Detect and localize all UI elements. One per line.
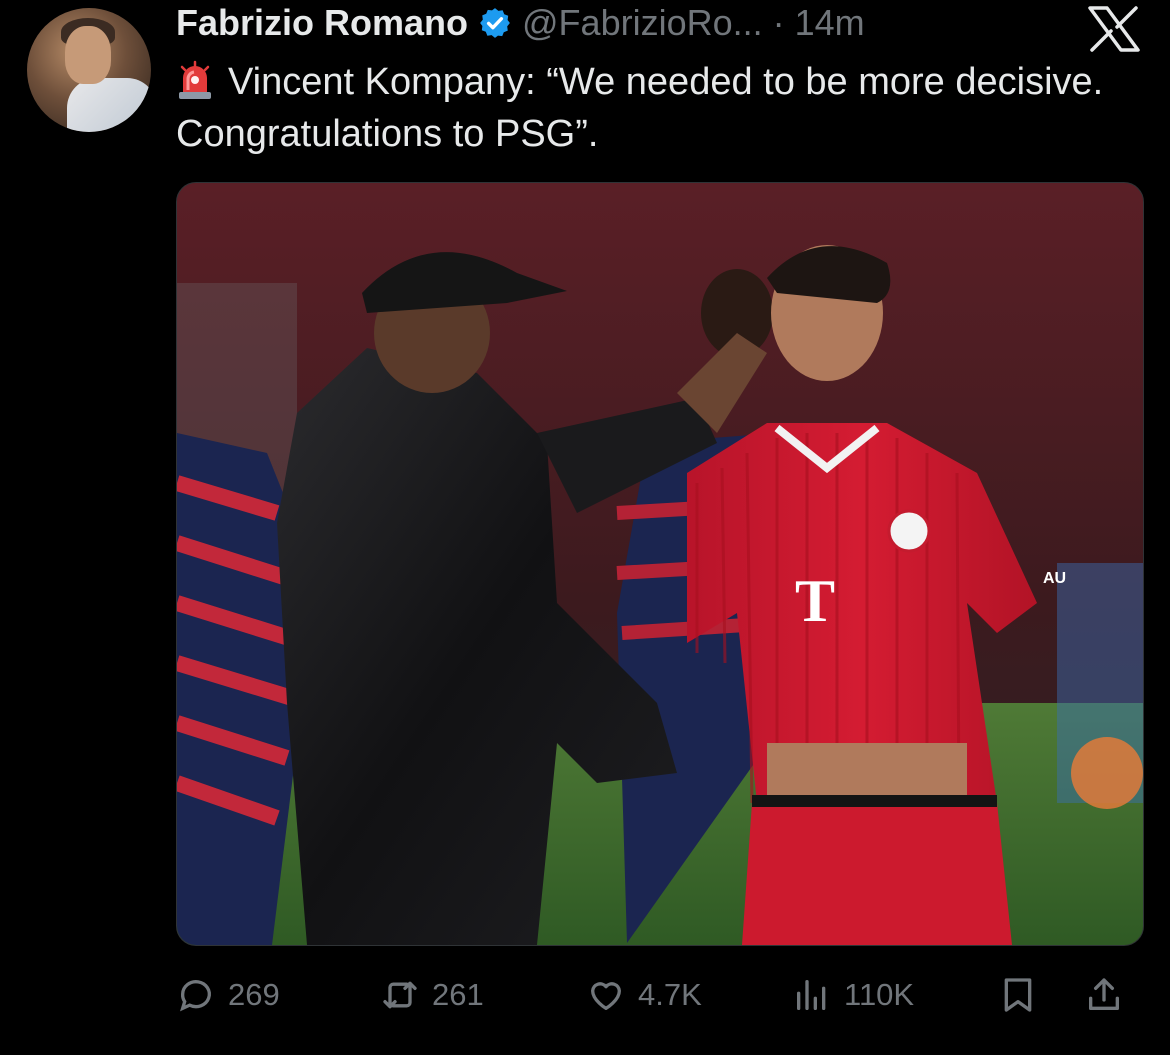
photo-illustration: T AU (177, 183, 1143, 945)
author-handle[interactable]: @FabrizioRo... (522, 2, 763, 44)
avatar-shirt (67, 78, 151, 132)
author-avatar[interactable] (27, 8, 151, 132)
repost-count: 261 (432, 977, 484, 1012)
reply-button[interactable]: 269 (176, 970, 280, 1020)
like-button[interactable]: 4.7K (586, 970, 702, 1020)
views-button[interactable]: 110K (792, 970, 914, 1020)
jersey-sponsor-mark: T (795, 568, 835, 634)
sleeve-sponsor-text: AU (1043, 570, 1066, 587)
x-logo-icon (1088, 6, 1140, 52)
post-time[interactable]: 14m (795, 2, 865, 44)
siren-emoji-icon (179, 60, 211, 99)
repost-icon (383, 981, 417, 1009)
post-text-block: Vincent Kompany: “We needed to be more d… (176, 56, 1106, 160)
views-icon (797, 980, 826, 1010)
separator-dot: · (772, 2, 785, 43)
bookmark-button[interactable] (998, 970, 1038, 1020)
avatar-head (65, 26, 111, 84)
author-name[interactable]: Fabrizio Romano (176, 2, 468, 44)
heart-icon (591, 982, 621, 1010)
reply-icon (180, 980, 211, 1012)
verified-badge-icon (480, 8, 510, 38)
like-count: 4.7K (638, 977, 702, 1012)
post-header: Fabrizio Romano @FabrizioRo... · 14m (176, 0, 1130, 46)
views-count: 110K (844, 977, 915, 1012)
share-icon (1089, 978, 1119, 1010)
share-button[interactable] (1084, 970, 1124, 1020)
post-media-photo[interactable]: T AU (176, 182, 1144, 946)
post-text: Vincent Kompany: “We needed to be more d… (176, 61, 1104, 155)
repost-button[interactable]: 261 (380, 970, 484, 1020)
post-actions-bar: 269 261 4.7K 110K (176, 970, 1136, 1020)
bookmark-icon (1004, 978, 1032, 1012)
reply-count: 269 (228, 977, 280, 1012)
